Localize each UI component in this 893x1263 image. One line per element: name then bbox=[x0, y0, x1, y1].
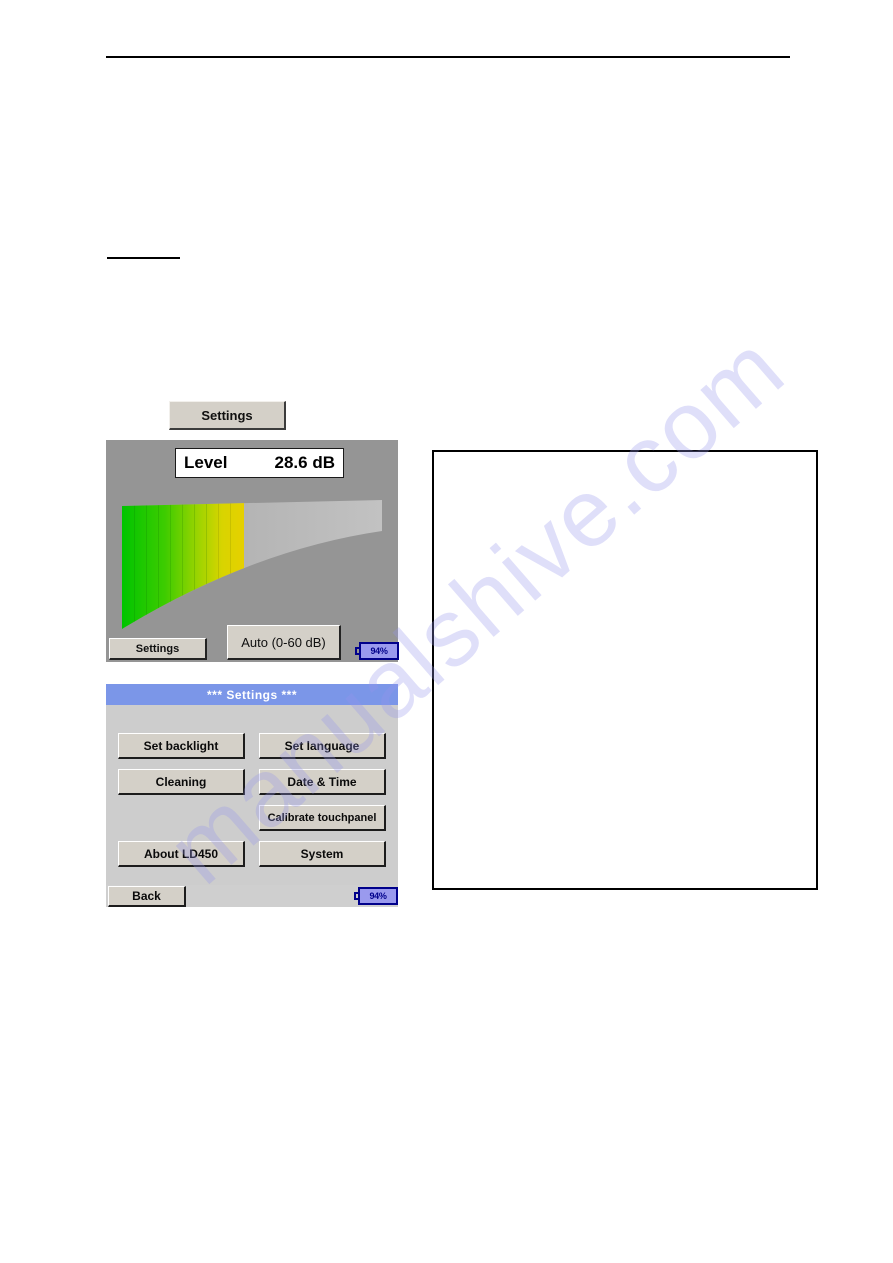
device-screen-level-meter: Level 28.6 dB Settings Auto (0-60 dB) 94… bbox=[106, 440, 399, 662]
menu-button-date-and-time[interactable]: Date & Time bbox=[259, 769, 386, 795]
back-button[interactable]: Back bbox=[108, 886, 186, 907]
menu-button-about-ld450[interactable]: About LD450 bbox=[118, 841, 245, 867]
settings-title-label: *** Settings *** bbox=[206, 687, 298, 702]
settings-titlebar: *** Settings *** bbox=[106, 684, 398, 705]
menu-button-system[interactable]: System bbox=[259, 841, 386, 867]
battery-indicator: 94% bbox=[354, 887, 398, 905]
level-readout-value: 28.6 dB bbox=[274, 453, 335, 472]
device-range-button[interactable]: Auto (0-60 dB) bbox=[227, 625, 341, 660]
settings-caption-button[interactable]: Settings bbox=[169, 401, 286, 430]
battery-indicator: 94% bbox=[355, 642, 399, 660]
level-readout-label: Level bbox=[184, 453, 228, 472]
level-readout: Level 28.6 dB bbox=[175, 448, 344, 478]
menu-button-cleaning[interactable]: Cleaning bbox=[118, 769, 245, 795]
page-header-rule bbox=[106, 56, 790, 58]
menu-button-calibrate-touchpanel[interactable]: Calibrate touchpanel bbox=[259, 805, 386, 831]
note-box bbox=[432, 450, 818, 890]
settings-footer: Back 94% bbox=[106, 885, 398, 907]
menu-button-set-language[interactable]: Set language bbox=[259, 733, 386, 759]
battery-percent-label: 94% bbox=[369, 891, 387, 901]
menu-button-set-backlight[interactable]: Set backlight bbox=[118, 733, 245, 759]
settings-menu-body: Set backlight Cleaning About LD450 Set lang… bbox=[106, 705, 398, 885]
device-settings-button[interactable]: Settings bbox=[109, 638, 207, 660]
level-bar-graph bbox=[122, 498, 382, 643]
battery-percent-label: 94% bbox=[370, 646, 388, 656]
device-screen-settings-menu: *** Settings *** Set backlight Cleaning Ab… bbox=[106, 684, 398, 907]
section-underline bbox=[107, 257, 180, 259]
